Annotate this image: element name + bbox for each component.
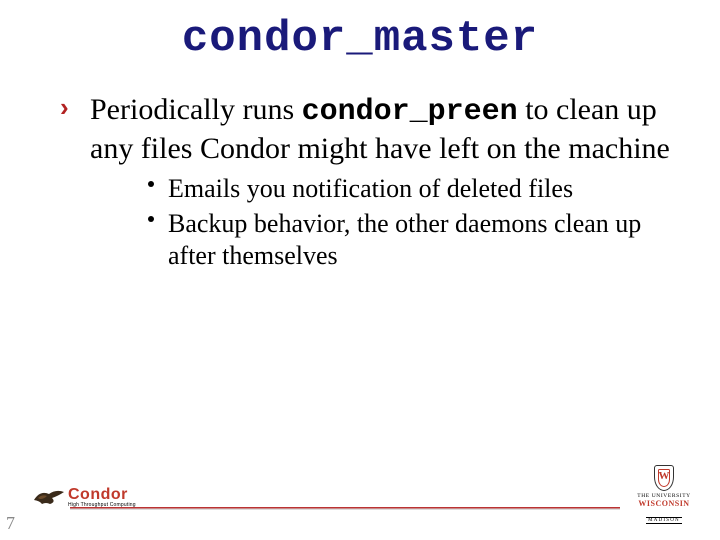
dot-icon (148, 216, 154, 222)
bullet-level2: Backup behavior, the other daemons clean… (148, 208, 680, 273)
slide-title: condor_master (0, 0, 720, 64)
condor-bird-icon (32, 486, 66, 508)
wisc-line-2: WISCONSIN (634, 499, 694, 508)
wisc-line-3: MADISON (646, 517, 682, 524)
bullet-code: condor_preen (302, 95, 518, 129)
sub-bullet-list: Emails you notification of deleted files… (90, 167, 680, 273)
condor-logo: Condor High Throughput Computing (32, 482, 136, 512)
sub-bullet-text: Backup behavior, the other daemons clean… (168, 209, 641, 271)
bullet-level2: Emails you notification of deleted files (148, 173, 680, 206)
content-area: › Periodically runs condor_preen to clea… (0, 64, 720, 273)
chevron-icon: › (60, 92, 69, 123)
slide-footer: Condor High Throughput Computing 7 W THE… (0, 482, 720, 540)
page-number: 7 (6, 513, 15, 534)
bullet-text-pre: Periodically runs (90, 93, 302, 126)
dot-icon (148, 181, 154, 187)
footer-rule (70, 507, 620, 510)
wisconsin-logo: W THE UNIVERSITY WISCONSIN MADISON (634, 465, 694, 526)
bullet-level1: › Periodically runs condor_preen to clea… (60, 92, 680, 273)
condor-logo-text: Condor High Throughput Computing (68, 486, 136, 508)
sub-bullet-text: Emails you notification of deleted files (168, 174, 573, 203)
wisconsin-shield-icon: W (654, 465, 674, 491)
slide: condor_master › Periodically runs condor… (0, 0, 720, 540)
condor-subtitle: High Throughput Computing (68, 502, 136, 508)
